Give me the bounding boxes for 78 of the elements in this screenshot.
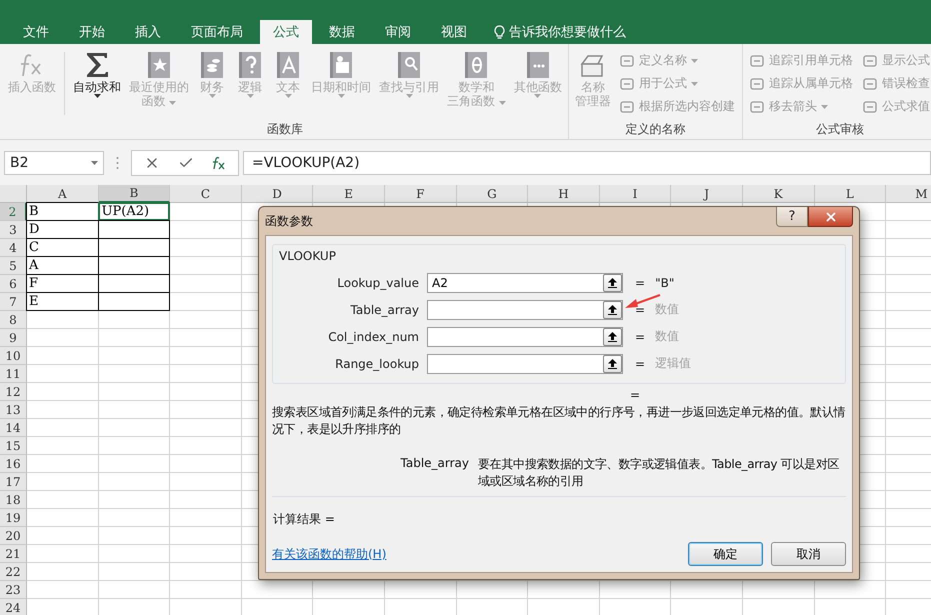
formula-field[interactable]: =VLOOKUP(A2) <box>243 151 931 175</box>
argument-result: 逻辑值 <box>655 355 692 372</box>
row-header[interactable]: 7 <box>0 293 27 311</box>
group-label: 函数库 <box>266 121 304 138</box>
equals-sign: = <box>635 356 646 370</box>
column-header[interactable]: F <box>384 185 457 203</box>
row-header[interactable]: 22 <box>0 563 27 581</box>
argument-label: Range_lookup <box>334 356 420 370</box>
row-header[interactable]: 13 <box>0 401 27 419</box>
column-header[interactable]: K <box>742 185 815 203</box>
row-header[interactable]: 11 <box>0 365 27 383</box>
column-header[interactable]: J <box>671 185 743 203</box>
ribbon-tab[interactable]: 数据 <box>316 20 368 44</box>
name-box[interactable]: B2 <box>4 151 104 175</box>
row-header[interactable]: 16 <box>0 455 27 473</box>
ribbon-tab[interactable]: 公式 <box>260 20 312 44</box>
row-header[interactable]: 20 <box>0 527 27 545</box>
table-cell: E <box>26 292 99 311</box>
row-header[interactable]: 8 <box>0 311 27 329</box>
column-header[interactable]: H <box>528 185 600 203</box>
argument-label: Lookup_value <box>336 276 420 290</box>
argument-result: "B" <box>655 276 674 290</box>
formula-result: = <box>630 388 642 402</box>
row-header[interactable]: 4 <box>0 239 27 257</box>
ribbon-tab[interactable]: 开始 <box>66 20 118 44</box>
ribbon-tab[interactable]: 视图 <box>428 20 480 44</box>
column-header[interactable]: L <box>814 185 886 203</box>
column-header[interactable]: G <box>456 185 528 203</box>
help-link[interactable]: 有关该函数的帮助(H) <box>272 546 386 562</box>
argument-name: Table_array <box>400 456 470 472</box>
row-header[interactable]: 6 <box>0 275 27 293</box>
column-header[interactable]: E <box>313 185 385 203</box>
ribbon-tab[interactable]: 插入 <box>122 20 174 44</box>
dialog-button[interactable]: 确定 <box>688 542 763 566</box>
dialog-button[interactable]: 取消 <box>771 542 846 566</box>
argument-field[interactable]: A2 <box>427 272 623 292</box>
function-description: 搜索表区域首列满足条件的元素，确定待检索单元格在区域中的行序号，再进一步返回选定单元格的值。默认情况下，表是以升序排序的 <box>272 404 846 438</box>
group-label: 定义的名称 <box>624 121 686 138</box>
row-header[interactable]: 12 <box>0 383 27 401</box>
row-header[interactable]: 23 <box>0 581 27 599</box>
ribbon-tab[interactable]: 文件 <box>10 20 62 44</box>
column-header[interactable]: D <box>242 185 314 203</box>
row-header[interactable]: 9 <box>0 329 27 347</box>
row-header[interactable]: 2 <box>0 203 27 221</box>
row-header[interactable]: 10 <box>0 347 27 365</box>
row-header[interactable]: 3 <box>0 221 27 239</box>
column-header[interactable]: I <box>600 185 672 203</box>
argument-label: Table_array <box>350 302 420 316</box>
argument-result: 数值 <box>655 328 680 345</box>
column-header[interactable]: C <box>170 185 242 203</box>
ribbon-tab[interactable]: 页面布局 <box>178 20 256 44</box>
help-button[interactable]: ? <box>776 207 808 227</box>
column-header[interactable]: M <box>886 185 931 203</box>
row-header[interactable]: 18 <box>0 491 27 509</box>
column-header[interactable]: A <box>27 185 99 203</box>
row-header[interactable]: 17 <box>0 473 27 491</box>
argument-label: Col_index_num <box>327 330 420 344</box>
tell-me-field[interactable]: 告诉我你想要做什么 <box>494 20 626 44</box>
ribbon-tab[interactable]: 审阅 <box>372 20 424 44</box>
row-header[interactable]: 5 <box>0 257 27 275</box>
dialog-title: 函数参数 <box>265 212 313 230</box>
argument-description: 要在其中搜索数据的文字、数字或逻辑值表。Table_array 可以是对区域或区域名称的引用 <box>478 456 840 490</box>
row-header[interactable]: 21 <box>0 545 27 563</box>
equals-sign: = <box>635 276 646 290</box>
ribbon-button[interactable]: 自动求和 <box>70 48 124 121</box>
group-label: 公式审核 <box>814 121 865 138</box>
table-cell: B <box>26 202 99 221</box>
column-header[interactable]: B <box>98 185 170 203</box>
row-header[interactable]: 24 <box>0 599 27 615</box>
row-header[interactable]: 14 <box>0 419 27 437</box>
function-name: VLOOKUP <box>279 249 337 263</box>
equals-sign: = <box>635 302 646 316</box>
table-cell: UP(A2) <box>98 202 170 221</box>
argument-result: 数值 <box>655 301 680 318</box>
row-header[interactable]: 19 <box>0 509 27 527</box>
row-header[interactable]: 15 <box>0 437 27 455</box>
calculation-result: 计算结果 = <box>273 511 336 528</box>
equals-sign: = <box>635 330 646 344</box>
